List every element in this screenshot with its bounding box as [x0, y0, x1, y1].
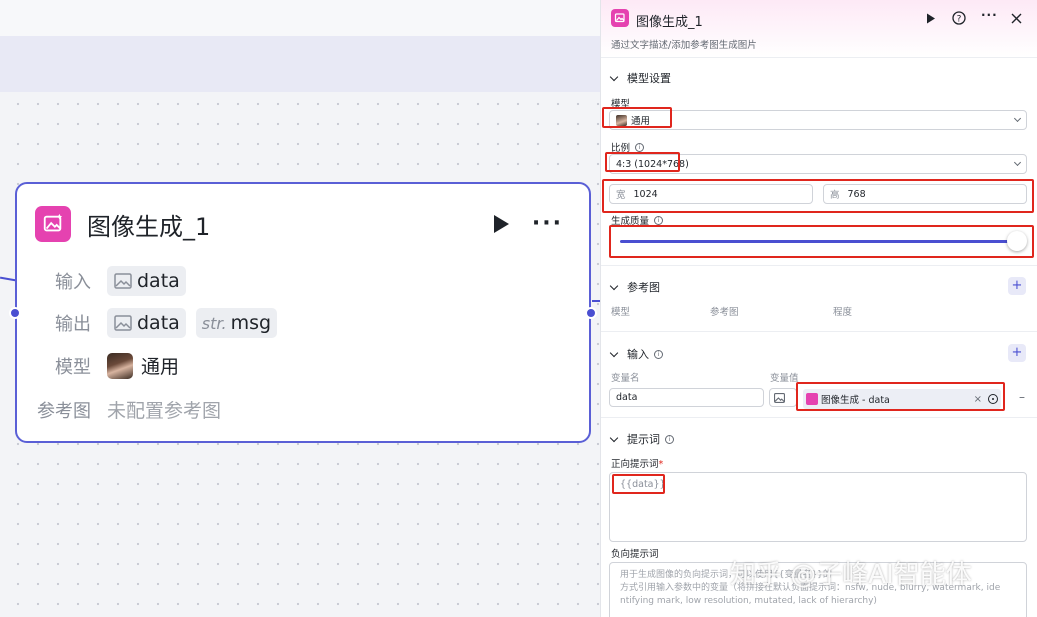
highlight-var-value: [796, 382, 1005, 411]
input-var: data: [137, 270, 180, 292]
output-chip-data: data: [107, 308, 186, 338]
node-title: 图像生成_1: [87, 212, 211, 241]
panel-header: 图像生成_1 通过文字描述/添加参考图生成图片 ? ···: [601, 0, 1037, 58]
run-icon[interactable]: [492, 214, 510, 234]
info-icon: i: [635, 142, 645, 152]
ref-col-image: 参考图: [710, 307, 739, 318]
chevron-down-icon: [609, 281, 619, 290]
highlight-ratio: [605, 152, 680, 172]
prompt-header[interactable]: 提示词 i: [609, 431, 674, 447]
add-reference-button[interactable]: +: [1008, 277, 1026, 295]
output-var-data: data: [137, 312, 180, 334]
input-col-name: 变量名: [611, 373, 640, 384]
info-icon: i: [665, 434, 674, 444]
negative-placeholder-3: ntifying mark, low resolution, mutated, …: [620, 596, 877, 606]
output-chip-msg: str. msg: [195, 308, 278, 338]
ref-col-degree: 程度: [833, 307, 853, 318]
chevron-down-icon: [609, 433, 619, 442]
var-name-input[interactable]: data: [609, 388, 764, 407]
add-input-button[interactable]: +: [1008, 344, 1026, 362]
output-var-msg: msg: [230, 312, 272, 334]
close-icon[interactable]: [1011, 13, 1022, 24]
required-mark: *: [658, 459, 664, 470]
panel-title: 图像生成_1: [636, 15, 703, 30]
reference-section: 参考图 + 模型 参考图 程度: [601, 266, 1037, 332]
more-icon[interactable]: ···: [981, 8, 998, 22]
image-type-icon: [114, 315, 132, 331]
output-port[interactable]: [585, 307, 597, 319]
model-value: 通用: [141, 356, 180, 378]
negative-label: 负向提示词: [611, 549, 659, 560]
input-header[interactable]: 输入 i: [609, 346, 663, 362]
canvas-topbar: [0, 0, 600, 36]
chevron-down-icon: [609, 72, 619, 81]
input-title: 输入: [627, 348, 649, 361]
highlight-size: [602, 179, 1034, 213]
info-icon: i: [654, 215, 664, 225]
input-col-value: 变量值: [770, 373, 799, 384]
chevron-down-icon: [1013, 158, 1022, 167]
positive-prompt-textarea[interactable]: {{data}}: [609, 472, 1027, 542]
canvas-band: [0, 36, 600, 92]
image-gen-icon: [611, 9, 629, 27]
var-type-select[interactable]: [769, 388, 797, 407]
image-type-icon: [774, 392, 785, 403]
var-name-value: data: [616, 392, 638, 403]
run-icon[interactable]: [926, 13, 936, 24]
config-panel: 图像生成_1 通过文字描述/添加参考图生成图片 ? ··· 模型设置 模型 通用…: [600, 0, 1037, 617]
output-label: 输出: [55, 314, 91, 335]
info-icon: i: [654, 349, 663, 359]
highlight-quality: [609, 225, 1034, 258]
input-label: 输入: [55, 272, 91, 293]
input-port[interactable]: [9, 307, 21, 319]
positive-label-wrap: 正向提示词*: [611, 456, 663, 470]
node-input-row: 输入 data: [55, 266, 196, 296]
svg-text:?: ?: [957, 15, 962, 25]
chevron-down-icon: [609, 348, 619, 357]
prompt-title: 提示词: [627, 433, 660, 446]
model-settings-header[interactable]: 模型设置: [609, 70, 671, 86]
panel-description: 通过文字描述/添加参考图生成图片: [611, 40, 757, 51]
highlight-prompt: [612, 474, 665, 494]
string-type-icon: str.: [201, 313, 227, 333]
model-avatar: [107, 352, 133, 379]
chevron-down-icon: [1013, 114, 1022, 123]
watermark: 知乎 @子峰AI智能体: [730, 560, 972, 590]
reference-header[interactable]: 参考图: [609, 279, 660, 295]
ref-col-model: 模型: [611, 307, 631, 318]
highlight-model: [602, 107, 672, 128]
node-ref-row: 参考图 未配置参考图: [37, 396, 221, 423]
ref-value: 未配置参考图: [107, 400, 222, 422]
node-model-row: 模型 通用: [55, 352, 179, 379]
model-label: 模型: [55, 356, 91, 378]
input-chip: data: [107, 266, 186, 296]
node-header: 图像生成_1 ···: [35, 204, 571, 244]
image-gen-node[interactable]: 图像生成_1 ··· 输入 data 输出 data str. msg 模型 通…: [9, 182, 597, 443]
image-type-icon: [114, 273, 132, 289]
node-output-row: 输出 data str. msg: [55, 308, 287, 338]
remove-input-button[interactable]: –: [1019, 390, 1025, 404]
reference-title: 参考图: [627, 281, 660, 294]
more-icon[interactable]: ···: [532, 213, 563, 235]
help-icon[interactable]: ?: [952, 11, 966, 25]
model-settings-title: 模型设置: [627, 72, 671, 85]
ref-label: 参考图: [37, 400, 91, 422]
image-gen-icon: [35, 206, 71, 242]
positive-label: 正向提示词: [611, 459, 659, 470]
